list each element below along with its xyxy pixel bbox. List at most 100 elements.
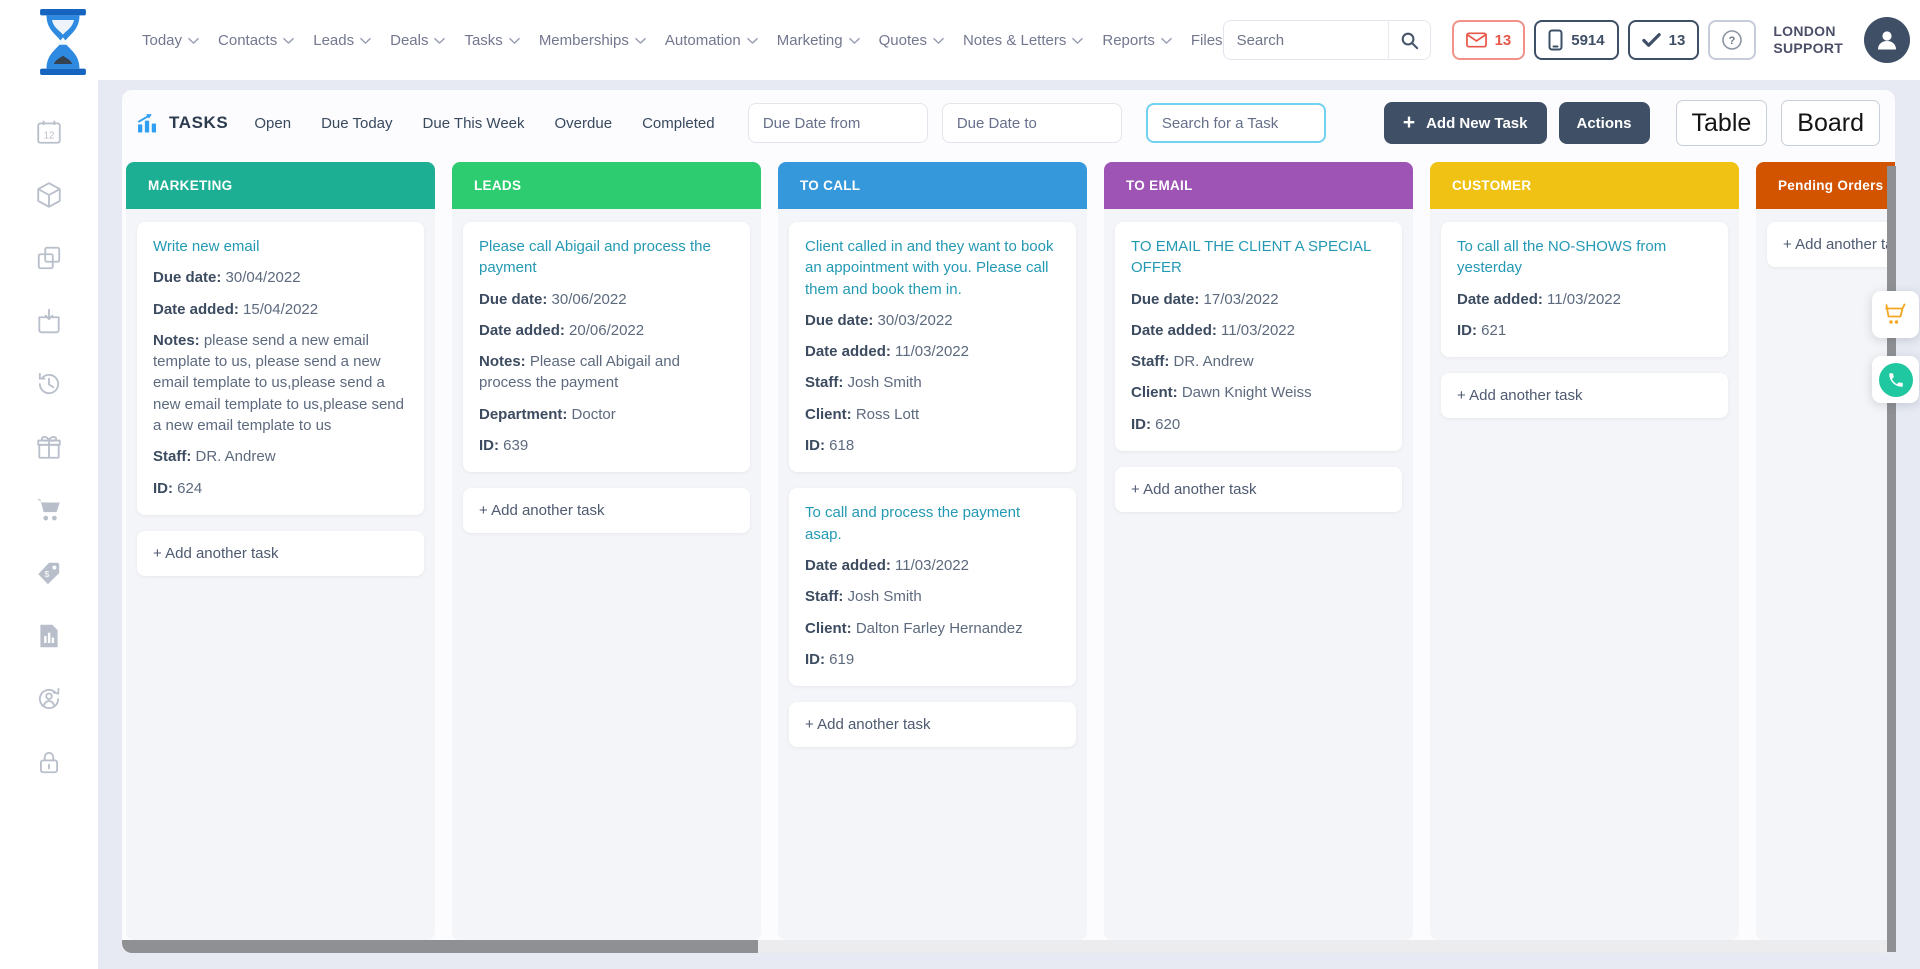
table-view-button[interactable]: Table: [1676, 100, 1768, 146]
floating-cart-button[interactable]: [1872, 291, 1919, 338]
due-date-to-input[interactable]: [942, 103, 1122, 143]
search-icon[interactable]: [1388, 21, 1430, 59]
column-header-customer[interactable]: CUSTOMER: [1430, 162, 1739, 209]
gift-icon[interactable]: [35, 433, 63, 461]
bag-icon[interactable]: [35, 307, 63, 335]
page-title-text: TASKS: [169, 113, 228, 133]
nav-item-label: Memberships: [539, 32, 629, 49]
nav-item-tasks[interactable]: Tasks: [464, 32, 519, 49]
svg-text:?: ?: [1729, 35, 1736, 47]
chevron-down-icon: [434, 37, 445, 45]
package-icon[interactable]: [35, 181, 63, 209]
task-field-date-added: Date added: 15/04/2022: [153, 299, 408, 320]
tasks-done-badge[interactable]: 13: [1628, 20, 1700, 60]
search-input[interactable]: [1224, 32, 1388, 49]
task-title-link[interactable]: TO EMAIL THE CLIENT A SPECIAL OFFER: [1131, 236, 1386, 279]
task-card[interactable]: TO EMAIL THE CLIENT A SPECIAL OFFERDue d…: [1115, 222, 1402, 451]
help-button[interactable]: ?: [1708, 20, 1756, 60]
nav-item-memberships[interactable]: Memberships: [539, 32, 646, 49]
top-bar: Today Contacts Leads Deals Tasks Memberships A…: [0, 0, 1920, 80]
actions-button[interactable]: Actions: [1559, 102, 1650, 144]
avatar[interactable]: [1864, 17, 1910, 63]
column-to-email: TO EMAIL TO EMAIL THE CLIENT A SPECIAL OF…: [1104, 162, 1413, 940]
filter-due-this-week[interactable]: Due This Week: [423, 115, 525, 132]
board-view-button[interactable]: Board: [1781, 100, 1880, 146]
nav-item-quotes[interactable]: Quotes: [879, 32, 944, 49]
report-icon[interactable]: [35, 622, 63, 650]
column-customer: CUSTOMER To call all the NO-SHOWS from ye…: [1430, 162, 1739, 940]
column-header-to-call[interactable]: TO CALL: [778, 162, 1087, 209]
add-another-task-button[interactable]: + Add another task: [137, 531, 424, 576]
account-sync-icon[interactable]: [35, 685, 63, 713]
task-title-link[interactable]: Write new email: [153, 236, 408, 257]
chevron-down-icon: [360, 37, 371, 45]
kanban-board: MARKETING Write new email Due date: 30/04/…: [122, 156, 1895, 940]
add-new-task-label: Add New Task: [1426, 115, 1527, 132]
mail-notifications-badge[interactable]: 13: [1452, 20, 1526, 60]
task-title-link[interactable]: Please call Abigail and process the paym…: [479, 236, 734, 279]
task-field-id: ID: 624: [153, 478, 408, 499]
add-another-task-button[interactable]: + Add another task: [789, 702, 1076, 747]
app-logo-hourglass-icon[interactable]: [34, 9, 92, 75]
column-body: Write new email Due date: 30/04/2022 Date …: [126, 209, 435, 940]
nav-item-today[interactable]: Today: [142, 32, 199, 49]
filter-due-today[interactable]: Due Today: [321, 115, 392, 132]
column-header-to-email[interactable]: TO EMAIL: [1104, 162, 1413, 209]
column-body: To call all the NO-SHOWS from yesterdayD…: [1430, 209, 1739, 940]
add-another-task-button[interactable]: + Add another task: [1767, 222, 1895, 267]
filter-completed[interactable]: Completed: [642, 115, 715, 132]
nav-item-deals[interactable]: Deals: [390, 32, 445, 49]
column-header-pending-orders[interactable]: Pending Orders: [1756, 162, 1895, 209]
task-title-link[interactable]: Client called in and they want to book a…: [805, 236, 1060, 300]
nav-item-contacts[interactable]: Contacts: [218, 32, 294, 49]
task-field-notes: Notes: please send a new email template …: [153, 330, 408, 436]
task-field-date-added: Date added: 11/03/2022: [1131, 320, 1386, 341]
task-title-link[interactable]: To call all the NO-SHOWS from yesterday: [1457, 236, 1712, 279]
nav-item-files[interactable]: Files: [1191, 32, 1223, 49]
column-header-marketing[interactable]: MARKETING: [126, 162, 435, 209]
nav-item-label: Today: [142, 32, 182, 49]
chart-growth-icon: [137, 113, 160, 133]
price-tag-icon[interactable]: $: [35, 559, 63, 587]
nav-item-label: Marketing: [777, 32, 843, 49]
task-title-link[interactable]: To call and process the payment asap.: [805, 502, 1060, 545]
history-icon[interactable]: [35, 370, 63, 398]
horizontal-scrollbar-thumb[interactable]: [122, 940, 758, 953]
column-to-call: TO CALL Client called in and they want to…: [778, 162, 1087, 940]
task-field-due-date: Due date: 30/04/2022: [153, 267, 408, 288]
calendar-icon[interactable]: 12: [35, 118, 63, 146]
add-another-task-button[interactable]: + Add another task: [1115, 467, 1402, 512]
filter-overdue[interactable]: Overdue: [555, 115, 613, 132]
nav-item-reports[interactable]: Reports: [1102, 32, 1172, 49]
task-search-input[interactable]: [1146, 103, 1326, 143]
column-pending-orders: Pending Orders + Add another task: [1756, 162, 1895, 940]
task-card[interactable]: Write new email Due date: 30/04/2022 Date …: [137, 222, 424, 515]
calls-badge[interactable]: 5914: [1534, 20, 1618, 60]
nav-item-leads[interactable]: Leads: [313, 32, 371, 49]
floating-phone-button[interactable]: [1872, 356, 1919, 403]
task-card[interactable]: To call and process the payment asap.Dat…: [789, 488, 1076, 686]
task-field-department: Department: Doctor: [479, 404, 734, 425]
add-new-task-button[interactable]: + Add New Task: [1384, 102, 1547, 144]
task-field-client: Client: Dawn Knight Weiss: [1131, 382, 1386, 403]
page-body: 12: [0, 80, 1920, 969]
vertical-scrollbar[interactable]: [1887, 166, 1896, 952]
due-date-from-input[interactable]: [748, 103, 928, 143]
task-card[interactable]: Client called in and they want to book a…: [789, 222, 1076, 472]
nav-item-automation[interactable]: Automation: [665, 32, 758, 49]
chevron-down-icon: [188, 37, 199, 45]
actions-label: Actions: [1577, 115, 1632, 132]
task-card[interactable]: Please call Abigail and process the paym…: [463, 222, 750, 472]
copy-icon[interactable]: [35, 244, 63, 272]
task-field-id: ID: 619: [805, 649, 1060, 670]
add-another-task-button[interactable]: + Add another task: [463, 488, 750, 533]
column-header-leads[interactable]: LEADS: [452, 162, 761, 209]
task-card[interactable]: To call all the NO-SHOWS from yesterdayD…: [1441, 222, 1728, 357]
filter-open[interactable]: Open: [254, 115, 291, 132]
nav-item-marketing[interactable]: Marketing: [777, 32, 860, 49]
nav-item-notes-letters[interactable]: Notes & Letters: [963, 32, 1083, 49]
cart-icon[interactable]: [35, 496, 63, 524]
horizontal-scrollbar[interactable]: [122, 940, 1895, 953]
add-another-task-button[interactable]: + Add another task: [1441, 373, 1728, 418]
lock-icon[interactable]: [35, 748, 63, 776]
